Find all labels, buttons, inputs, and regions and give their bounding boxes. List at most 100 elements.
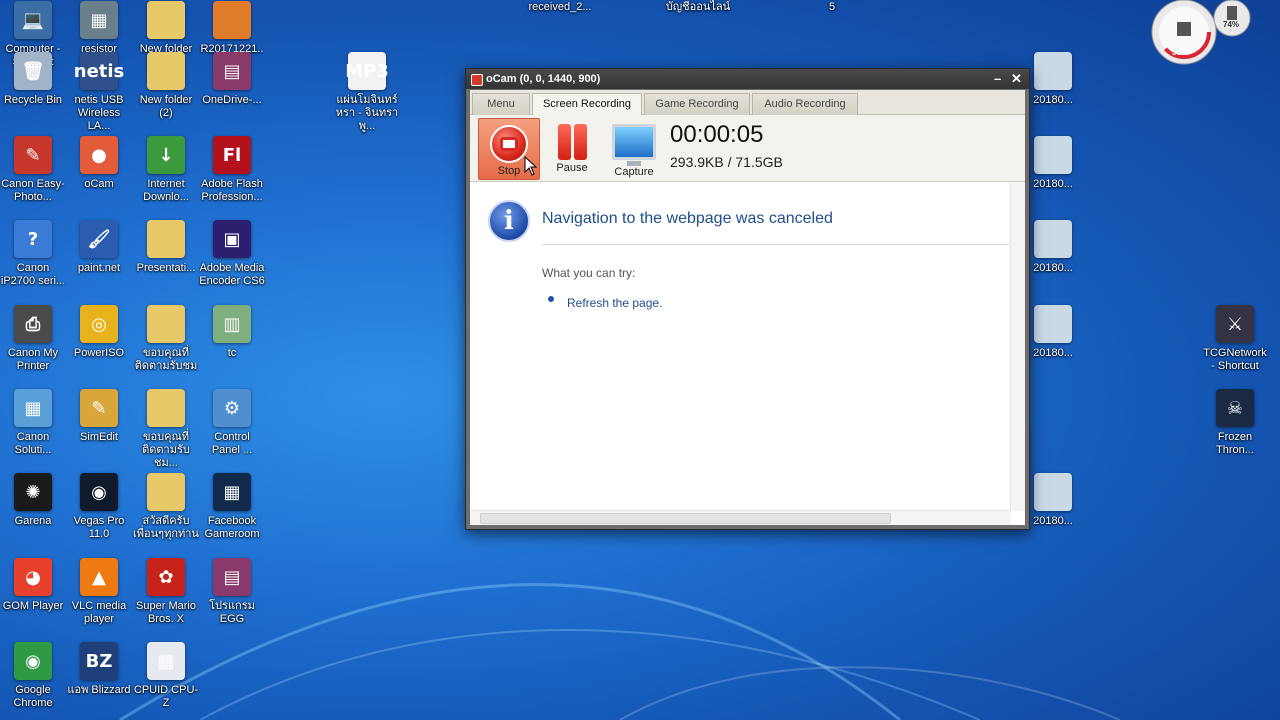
desktop-icon-label: Internet Downlo...: [143, 178, 189, 203]
desktop-icon-label: Canon Soluti...: [14, 431, 52, 456]
desktop-icon-label: แผ่นโมจินทร์หรา - จินทราพู...: [335, 94, 399, 132]
minimize-button[interactable]: –: [994, 69, 1001, 89]
scroll-thumb[interactable]: [480, 513, 891, 524]
desktop-icon-label: Control Panel ...: [211, 431, 253, 456]
desktop-icon[interactable]: ✎ SimEdit: [66, 389, 132, 444]
image-file-icon: [1034, 220, 1072, 258]
winrar-icon: ▤: [213, 558, 251, 596]
cpu-meter-gadget[interactable]: 36% 74%: [1148, 0, 1258, 70]
desktop-icon[interactable]: ▥ tc: [199, 305, 265, 360]
computer-icon: 💻: [14, 1, 52, 39]
tab-screen-recording[interactable]: Screen Recording: [532, 93, 642, 116]
desktop-icon-label: Google Chrome: [13, 684, 53, 709]
close-button[interactable]: ✕: [1011, 69, 1022, 89]
printer-icon: ⎙: [14, 305, 52, 343]
desktop-icon-label: Canon Easy-Photo...: [1, 178, 65, 203]
desktop-icon[interactable]: ● oCam: [66, 136, 132, 191]
folder-icon: [147, 1, 185, 39]
browser-content: i Navigation to the webpage was canceled…: [470, 182, 1025, 525]
tab-audio-recording[interactable]: Audio Recording: [752, 93, 858, 115]
cpu-value: 36%: [1172, 48, 1189, 57]
desktop-icon[interactable]: ขอบคุณที่ติดตามรับชม: [133, 305, 199, 373]
desktop-icon[interactable]: ◕ GOM Player: [0, 558, 66, 613]
capture-button[interactable]: Capture: [604, 118, 664, 178]
desktop-icon[interactable]: ▤ OneDrive-...: [199, 52, 265, 107]
simedit-icon: ✎: [80, 389, 118, 427]
desktop-icon[interactable]: MP3 แผ่นโมจินทร์หรา - จินทราพู...: [334, 52, 400, 133]
desktop-icon-label: oCam: [84, 178, 114, 190]
desktop-icon-label: Presentati...: [136, 262, 196, 274]
desktop-icon[interactable]: ▤ โปรแกรม EGG: [199, 558, 265, 626]
desktop-icon[interactable]: 🖌 paint.net: [66, 220, 132, 275]
desktop-icon-label: VLC media player: [71, 600, 127, 625]
ocam-icon: ●: [80, 136, 118, 174]
desktop-icon[interactable]: ◉ Vegas Pro 11.0: [66, 473, 132, 541]
desktop-icon[interactable]: ◎ PowerISO: [66, 305, 132, 360]
tcg-icon: ⚔: [1216, 305, 1254, 343]
desktop-icon[interactable]: netis netis USB Wireless LA...: [66, 52, 132, 133]
desktop-icon[interactable]: 5: [799, 1, 865, 14]
desktop-icon[interactable]: สวัสดีครับเพื่อนๆทุกท่าน: [133, 473, 199, 541]
cpuz-icon: ▦: [147, 642, 185, 680]
desktop-icon[interactable]: ☠ Frozen Thron...: [1202, 389, 1268, 457]
desktop-icon-label: tc: [227, 347, 237, 359]
vertical-scrollbar[interactable]: [1010, 182, 1025, 511]
mp3-file-icon: MP3: [345, 52, 389, 90]
desktop-icon[interactable]: BZ แอพ Blizzard: [66, 642, 132, 697]
pause-label: Pause: [556, 162, 588, 174]
desktop-icon[interactable]: ▲ VLC media player: [66, 558, 132, 626]
resistor-icon: ▦: [80, 1, 118, 39]
desktop-icon[interactable]: ขอบคุณที่ติดตามรับชม...: [133, 389, 199, 470]
desktop-icon-label: Recycle Bin: [3, 94, 63, 106]
paintnet-icon: 🖌: [80, 220, 118, 258]
garena-icon: ✺: [14, 473, 52, 511]
desktop-icon[interactable]: ? Canon iP2700 seri...: [0, 220, 66, 288]
desktop-icon[interactable]: บัญชีออนไลน์: [665, 1, 731, 14]
desktop-icon[interactable]: received_2...: [527, 1, 593, 14]
desktop-icon[interactable]: ▦ resistor: [66, 1, 132, 56]
desktop-icon[interactable]: ⎙ Canon My Printer: [0, 305, 66, 373]
horizontal-scrollbar[interactable]: [470, 510, 1011, 525]
desktop-icon[interactable]: New folder: [133, 1, 199, 56]
desktop-icon[interactable]: ⚔ TCGNetwork - Shortcut: [1202, 305, 1268, 373]
desktop-icon[interactable]: ✺ Garena: [0, 473, 66, 528]
refresh-link[interactable]: Refresh the page.: [567, 296, 662, 310]
desktop-icon-label: Facebook Gameroom: [204, 515, 260, 540]
desktop-icon[interactable]: 🗑 Recycle Bin: [0, 52, 66, 107]
folder-icon: [147, 473, 185, 511]
capture-label: Capture: [614, 166, 654, 178]
desktop-icon-label: สวัสดีครับเพื่อนๆทุกท่าน: [133, 515, 199, 540]
desktop-icon-label: SimEdit: [80, 431, 118, 443]
desktop-icon[interactable]: ▦ Canon Soluti...: [0, 389, 66, 457]
tab-menu[interactable]: Menu: [472, 93, 530, 115]
tab-game-recording[interactable]: Game Recording: [644, 93, 750, 115]
gauge-icon: [1151, 0, 1251, 65]
bullet-icon: [548, 296, 554, 302]
image-file-icon: ▥: [213, 305, 251, 343]
desktop-icon-label: netis USB Wireless LA...: [74, 94, 124, 132]
pause-button[interactable]: Pause: [542, 118, 602, 178]
desktop-icon-label: paint.net: [77, 262, 121, 274]
desktop-icon[interactable]: ▦ Facebook Gameroom: [199, 473, 265, 541]
title-bar[interactable]: oCam (0, 0, 1440, 900) – ✕: [466, 69, 1029, 89]
desktop-icon[interactable]: ↓ Internet Downlo...: [133, 136, 199, 204]
winrar-icon: ▤: [213, 52, 251, 90]
control-panel-icon: ⚙: [213, 389, 251, 427]
desktop-icon[interactable]: ⚙ Control Panel ...: [199, 389, 265, 457]
file-icon: [213, 1, 251, 39]
ocam-window: oCam (0, 0, 1440, 900) – ✕ Menu Screen R…: [465, 68, 1030, 530]
desktop-icon-label: PowerISO: [73, 347, 125, 359]
desktop-icon[interactable]: ✎ Canon Easy-Photo...: [0, 136, 66, 204]
desktop-icon[interactable]: Presentati...: [133, 220, 199, 275]
desktop-icon[interactable]: ◉ Google Chrome: [0, 642, 66, 710]
desktop-icon-label: 5: [828, 1, 836, 13]
desktop-icon[interactable]: ▣ Adobe Media Encoder CS6: [199, 220, 265, 288]
folder-icon: [147, 220, 185, 258]
adobe-flash-icon: Fl: [213, 136, 251, 174]
desktop-icon[interactable]: ✿ Super Mario Bros. X: [133, 558, 199, 626]
recycle-bin-icon: 🗑: [14, 52, 52, 90]
desktop-icon[interactable]: Fl Adobe Flash Profession...: [199, 136, 265, 204]
desktop-icon[interactable]: ▦ CPUID CPU-Z: [133, 642, 199, 710]
tab-bar: Menu Screen Recording Game Recording Aud…: [470, 90, 1025, 116]
desktop-icon[interactable]: New folder (2): [133, 52, 199, 120]
